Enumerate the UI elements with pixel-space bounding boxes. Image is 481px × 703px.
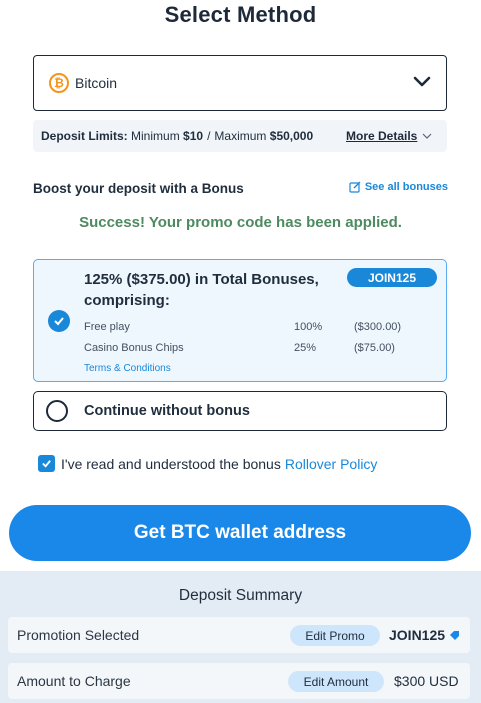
bonus-headline: 125% ($375.00) in Total Bonuses, compris… — [84, 271, 319, 309]
bonus-option-card[interactable]: 125% ($375.00) in Total Bonuses, compris… — [33, 259, 447, 382]
edit-promo-button[interactable]: Edit Promo — [290, 625, 380, 646]
acknowledge-text: I've read and understood the bonus — [61, 455, 281, 472]
more-details-link[interactable]: More Details — [346, 129, 417, 143]
selected-check-icon — [48, 310, 70, 332]
payment-method-select[interactable]: ₿ Bitcoin — [33, 55, 447, 111]
acknowledge-checkbox[interactable] — [38, 455, 55, 472]
min-label: Minimum — [131, 129, 180, 143]
deposit-summary: Deposit Summary Promotion Selected Edit … — [0, 571, 481, 703]
rollover-policy-link[interactable]: Rollover Policy — [285, 456, 378, 472]
see-all-bonuses-link[interactable]: See all bonuses — [349, 181, 448, 193]
external-edit-icon — [349, 181, 361, 193]
tag-icon — [450, 631, 459, 640]
promo-success-message: Success! Your promo code has been applie… — [79, 214, 402, 231]
max-value: $50,000 — [269, 129, 314, 143]
min-value: $10 — [183, 129, 204, 143]
see-all-bonuses-label: See all bonuses — [364, 181, 448, 193]
bonus-row-percent: 100% — [294, 321, 323, 333]
bitcoin-icon: ₿ — [49, 73, 69, 93]
limits-separator: / — [207, 129, 211, 143]
radio-unselected-icon — [46, 400, 68, 422]
bonus-row-name: Casino Bonus Chips — [84, 342, 184, 354]
terms-link[interactable]: Terms & Conditions — [84, 363, 171, 374]
edit-amount-button[interactable]: Edit Amount — [288, 671, 384, 692]
bonus-row-name: Free play — [84, 321, 130, 333]
continue-without-bonus-option[interactable]: Continue without bonus — [33, 391, 447, 431]
max-label: Maximum — [214, 129, 267, 143]
page-title: Select Method — [164, 2, 317, 27]
amount-to-charge-value: $300 USD — [394, 673, 459, 689]
selected-method-label: Bitcoin — [75, 75, 118, 91]
bonus-row-amount: ($300.00) — [354, 321, 402, 333]
bonus-row-percent: 25% — [294, 342, 317, 354]
deposit-limits-bar: Deposit Limits: Minimum $10 / Maximum $5… — [33, 120, 447, 152]
amount-to-charge-row: Amount to Charge Edit Amount $300 USD — [8, 663, 470, 699]
bonus-row-amount: ($75.00) — [354, 342, 395, 354]
amount-to-charge-label: Amount to Charge — [17, 673, 131, 689]
deposit-limits-label: Deposit Limits: — [41, 129, 128, 143]
chevron-down-small-icon[interactable] — [422, 131, 432, 141]
promotion-selected-label: Promotion Selected — [17, 627, 140, 643]
deposit-summary-title: Deposit Summary — [178, 587, 303, 604]
bonus-section-title: Boost your deposit with a Bonus — [33, 181, 244, 196]
promo-code-badge: JOIN125 — [346, 268, 437, 287]
continue-without-bonus-label: Continue without bonus — [84, 403, 250, 419]
promotion-selected-row: Promotion Selected Edit Promo JOIN125 — [8, 617, 470, 653]
chevron-down-icon[interactable] — [412, 72, 432, 92]
promotion-selected-value: JOIN125 — [389, 627, 446, 643]
get-wallet-address-button[interactable]: Get BTC wallet address — [9, 505, 471, 561]
bonus-row: Casino Bonus Chips 25% ($75.00) — [84, 342, 395, 354]
rollover-acknowledgement: I've read and understood the bonus Rollo… — [38, 455, 377, 472]
bonus-row: Free play 100% ($300.00) — [84, 321, 401, 333]
